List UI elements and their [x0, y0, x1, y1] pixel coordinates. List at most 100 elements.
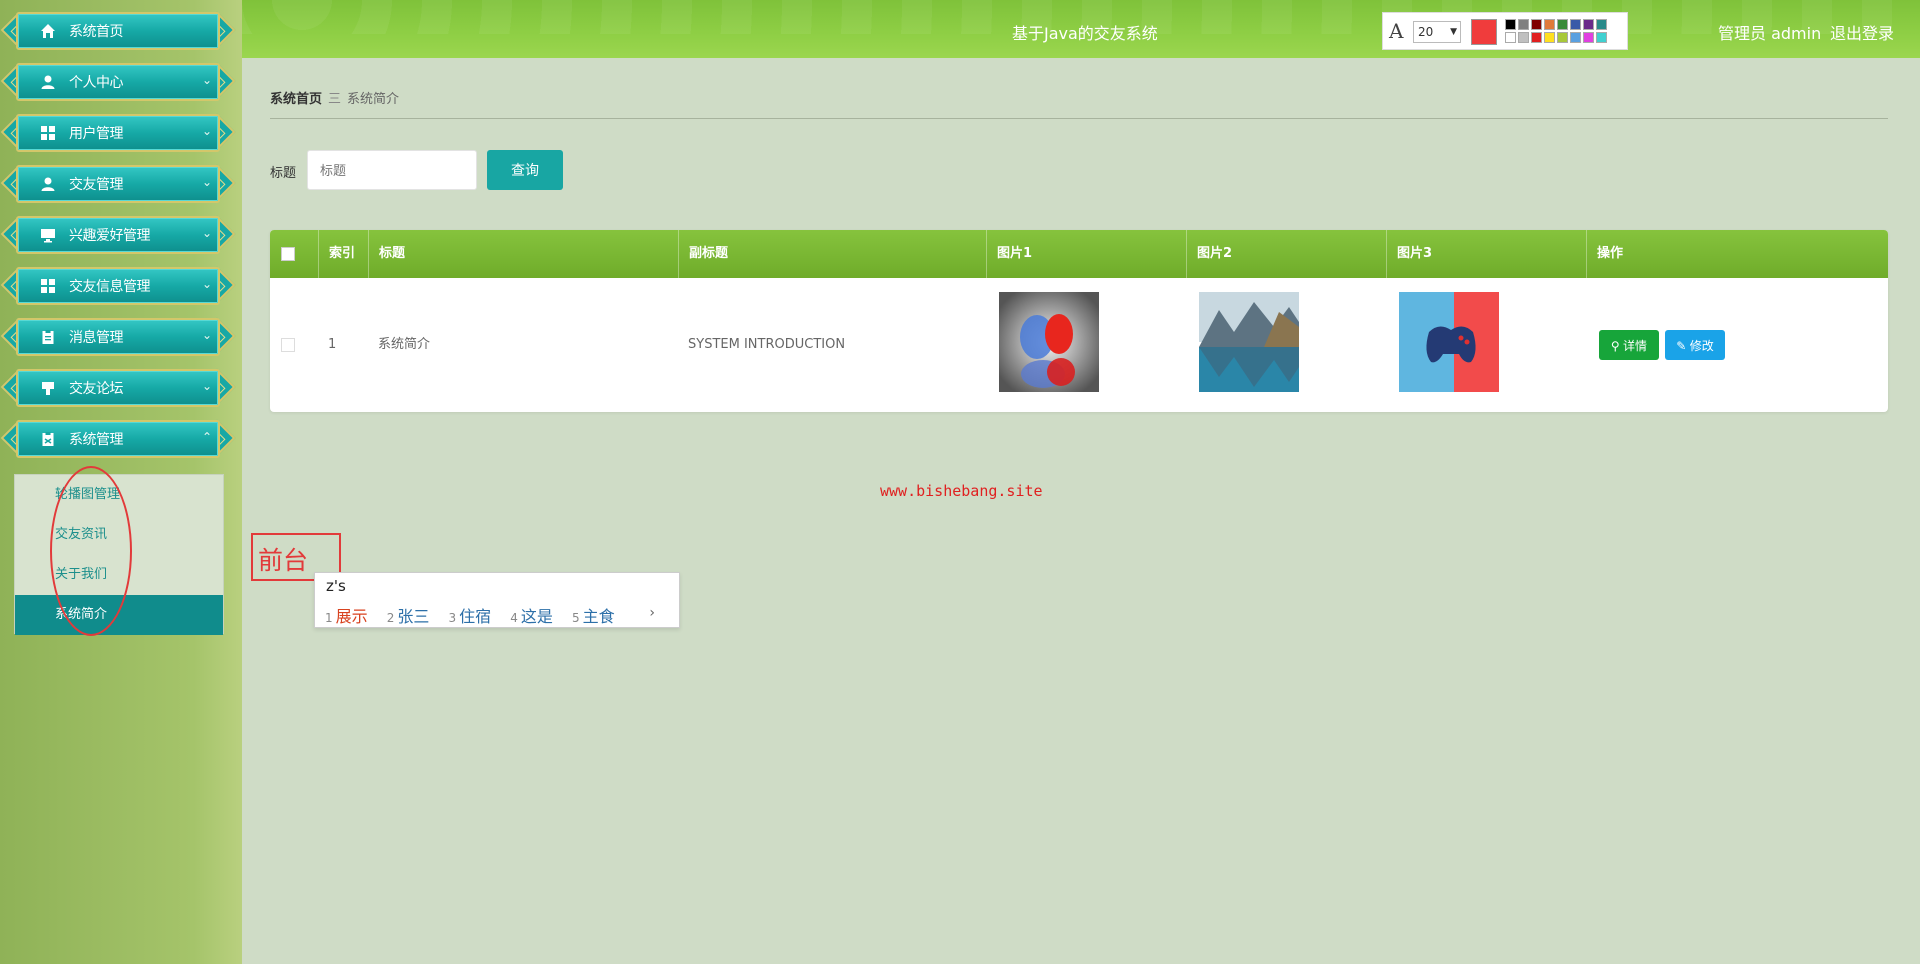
- color-swatch[interactable]: [1518, 32, 1529, 43]
- breadcrumb-separator: 三: [328, 92, 342, 107]
- edit-button-label: 修改: [1689, 338, 1714, 353]
- sidebar-item-user-management[interactable]: 用户管理 ⌄: [0, 112, 236, 154]
- chevron-down-icon: ⌄: [201, 73, 212, 87]
- breadcrumb-current: 系统简介: [347, 92, 400, 107]
- column-header-image1: 图片1: [986, 230, 1186, 278]
- title-search-input[interactable]: [307, 150, 477, 190]
- thumbnail-image-1[interactable]: [999, 292, 1099, 392]
- grid-icon: [41, 126, 55, 140]
- ime-candidates: 1 展示 2 张三 3 住宿 4 这是 5 主食: [325, 603, 629, 627]
- data-table: 索引 标题 副标题 图片1 图片2 图片3 操作 1 系统简介 SYSTEM I…: [270, 230, 1888, 412]
- column-header-image3: 图片3: [1386, 230, 1586, 278]
- table-header: 索引 标题 副标题 图片1 图片2 图片3 操作: [270, 230, 1888, 278]
- sidebar-item-label: 个人中心: [69, 75, 124, 91]
- sidebar-item-label: 系统首页: [69, 24, 124, 40]
- search-icon: ⚲: [1610, 338, 1624, 353]
- color-swatch[interactable]: [1596, 32, 1607, 43]
- admin-label: 管理员 admin: [1718, 24, 1822, 43]
- color-swatch[interactable]: [1531, 32, 1542, 43]
- chevron-down-icon: ⌄: [201, 328, 212, 342]
- user-icon: [41, 177, 55, 191]
- thumbnail-image-3[interactable]: [1399, 292, 1499, 392]
- sidebar-item-label: 交友论坛: [69, 381, 124, 397]
- color-swatch[interactable]: [1505, 32, 1516, 43]
- color-swatch[interactable]: [1557, 19, 1568, 30]
- color-swatch[interactable]: [1518, 19, 1529, 30]
- watermark: www.bishebang.site: [880, 482, 1043, 500]
- detail-button[interactable]: ⚲ 详情: [1599, 330, 1659, 360]
- sidebar-item-label: 交友信息管理: [69, 279, 151, 295]
- sidebar-item-label: 兴趣爱好管理: [69, 228, 151, 244]
- annotation-toolbar: A 20 ▼: [1382, 12, 1628, 50]
- font-size-select[interactable]: 20 ▼: [1413, 21, 1461, 43]
- user-icon: [41, 75, 55, 89]
- monitor-icon: [41, 229, 55, 243]
- column-header-actions: 操作: [1586, 230, 1888, 278]
- column-header-image2: 图片2: [1186, 230, 1386, 278]
- select-all-checkbox[interactable]: [281, 247, 295, 261]
- current-color-swatch[interactable]: [1471, 19, 1497, 45]
- color-swatch[interactable]: [1505, 19, 1516, 30]
- sidebar-item-label: 交友管理: [69, 177, 124, 193]
- detail-button-label: 详情: [1623, 338, 1648, 353]
- breadcrumb: 系统首页三系统简介: [270, 88, 399, 107]
- chevron-down-icon: ⌄: [201, 124, 212, 138]
- ime-composition: z's: [326, 577, 346, 595]
- breadcrumb-home[interactable]: 系统首页: [270, 92, 322, 107]
- sidebar: 系统首页 个人中心 ⌄ 用户管理 ⌄ 交友管理 ⌄ 兴趣爱好管理 ⌄ 交友信息管…: [0, 0, 242, 964]
- ime-candidate[interactable]: 4 这是: [510, 607, 553, 626]
- sidebar-item-system-management[interactable]: 系统管理 ⌃: [0, 418, 236, 460]
- chevron-up-icon: ⌃: [201, 430, 212, 444]
- home-icon: [41, 24, 55, 38]
- sidebar-item-label: 用户管理: [69, 126, 124, 142]
- sidebar-item-personal-center[interactable]: 个人中心 ⌄: [0, 61, 236, 103]
- sidebar-item-hobby-management[interactable]: 兴趣爱好管理 ⌄: [0, 214, 236, 256]
- clipboard-icon: [42, 330, 54, 344]
- color-swatch[interactable]: [1544, 19, 1555, 30]
- sidebar-item-dating-info-management[interactable]: 交友信息管理 ⌄: [0, 265, 236, 307]
- settings-icon: [42, 432, 54, 446]
- cell-subtitle: SYSTEM INTRODUCTION: [688, 337, 846, 352]
- sidebar-item-dating-management[interactable]: 交友管理 ⌄: [0, 163, 236, 205]
- system-title: 基于Java的交友系统: [1012, 24, 1158, 43]
- annotation-text: 前台: [258, 546, 309, 575]
- thumbnail-image-2[interactable]: [1199, 292, 1299, 392]
- chevron-down-icon: ▼: [1450, 27, 1457, 37]
- sidebar-item-message-management[interactable]: 消息管理 ⌄: [0, 316, 236, 358]
- sidebar-item-home[interactable]: 系统首页: [0, 10, 236, 52]
- column-header-subtitle: 副标题: [678, 230, 986, 278]
- chevron-down-icon: ⌄: [201, 226, 212, 240]
- chevron-down-icon: ⌄: [201, 277, 212, 291]
- query-button[interactable]: 查询: [487, 150, 563, 190]
- text-tool-icon[interactable]: A: [1389, 19, 1403, 43]
- color-swatch[interactable]: [1596, 19, 1607, 30]
- ime-candidate[interactable]: 5 主食: [572, 607, 615, 626]
- color-swatch[interactable]: [1544, 32, 1555, 43]
- color-swatch[interactable]: [1570, 19, 1581, 30]
- ime-next-page-icon[interactable]: ›: [649, 605, 655, 621]
- grid-icon: [41, 279, 55, 293]
- chevron-down-icon: ⌄: [201, 175, 212, 189]
- color-swatch[interactable]: [1531, 19, 1542, 30]
- search-label: 标题: [270, 166, 297, 181]
- color-swatch[interactable]: [1557, 32, 1568, 43]
- color-swatch[interactable]: [1583, 32, 1594, 43]
- color-swatch[interactable]: [1583, 19, 1594, 30]
- color-swatch[interactable]: [1570, 32, 1581, 43]
- sidebar-item-forum[interactable]: 交友论坛 ⌄: [0, 367, 236, 409]
- ime-candidate[interactable]: 3 住宿: [449, 607, 492, 626]
- sidebar-item-label: 消息管理: [69, 330, 124, 346]
- cell-title: 系统简介: [378, 337, 431, 352]
- pencil-icon: ✎: [1676, 338, 1690, 353]
- sidebar-item-label: 系统管理: [69, 432, 124, 448]
- pin-icon: [42, 382, 54, 395]
- column-header-title: 标题: [368, 230, 678, 278]
- ime-candidate[interactable]: 1 展示: [325, 607, 368, 626]
- cell-index: 1: [328, 337, 337, 352]
- ime-candidate-window: z's 1 展示 2 张三 3 住宿 4 这是 5 主食 ›: [314, 572, 680, 628]
- row-checkbox[interactable]: [281, 338, 295, 352]
- font-size-value: 20: [1418, 25, 1434, 39]
- logout-link[interactable]: 退出登录: [1830, 20, 1894, 44]
- edit-button[interactable]: ✎ 修改: [1665, 330, 1725, 360]
- ime-candidate[interactable]: 2 张三: [387, 607, 430, 626]
